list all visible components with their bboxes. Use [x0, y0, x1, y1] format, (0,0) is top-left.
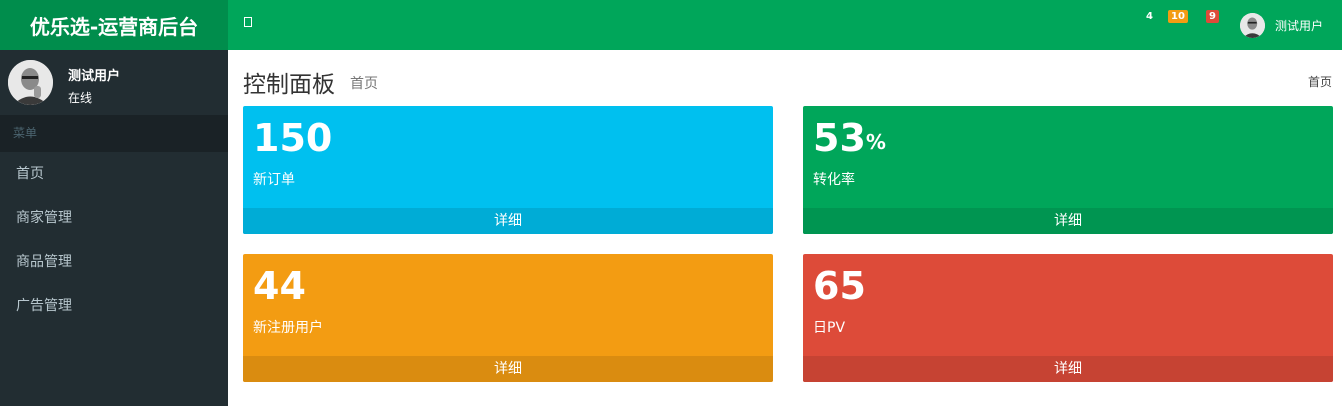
top-navbar: 4 10 9 测试用户 [228, 0, 1342, 50]
breadcrumb[interactable]: 首页 [1308, 73, 1332, 90]
stat-box-new-orders: 150 新订单 详细 [243, 106, 773, 234]
page-title: 控制面板 [243, 72, 335, 98]
stat-value: 44 [253, 264, 306, 308]
user-panel: 测试用户 在线 [0, 50, 228, 115]
stat-details-link[interactable]: 详细 [803, 356, 1333, 382]
stat-value: 65 [813, 264, 866, 308]
sidebar: 测试用户 在线 菜单 首页 商家管理 商品管理 广告管理 [0, 50, 228, 406]
stat-label: 转化率 [813, 172, 855, 188]
app-logo[interactable]: 优乐选-运营商后台 [0, 0, 228, 50]
stat-box-daily-pv: 65 日PV 详细 [803, 254, 1333, 382]
tasks-badge[interactable]: 9 [1206, 10, 1219, 23]
main-content: 控制面板 首页 首页 150 新订单 详细 53% 转化率 详细 44 新注册用… [228, 50, 1342, 406]
notifications-badge[interactable]: 10 [1168, 10, 1188, 23]
user-avatar [8, 60, 53, 105]
sidebar-user-name: 测试用户 [68, 69, 121, 84]
sidebar-item-ad-management[interactable]: 广告管理 [0, 284, 228, 328]
stat-value: 150 [253, 116, 333, 160]
stat-value: 53% [813, 116, 886, 160]
stat-label: 日PV [813, 320, 846, 336]
stat-details-link[interactable]: 详细 [243, 208, 773, 234]
stat-box-conversion-rate: 53% 转化率 详细 [803, 106, 1333, 234]
sidebar-item-product-management[interactable]: 商品管理 [0, 240, 228, 284]
messages-badge[interactable]: 4 [1143, 10, 1156, 23]
page-subtitle: 首页 [350, 76, 378, 92]
stat-label: 新订单 [253, 172, 295, 188]
stat-label: 新注册用户 [253, 320, 323, 336]
sidebar-user-status: 在线 [68, 91, 93, 105]
navbar-avatar[interactable] [1240, 13, 1265, 38]
sidebar-toggle-icon[interactable] [244, 17, 252, 27]
app-root: 优乐选-运营商后台 测试用户 在线 菜单 首页 商家管理 商品管理 广告管理 4… [0, 0, 1342, 406]
stat-box-new-users: 44 新注册用户 详细 [243, 254, 773, 382]
sidebar-item-home[interactable]: 首页 [0, 152, 228, 196]
navbar-user-name[interactable]: 测试用户 [1275, 17, 1323, 34]
stat-details-link[interactable]: 详细 [803, 208, 1333, 234]
sidebar-item-merchant-management[interactable]: 商家管理 [0, 196, 228, 240]
menu-header: 菜单 [0, 115, 228, 152]
stat-details-link[interactable]: 详细 [243, 356, 773, 382]
